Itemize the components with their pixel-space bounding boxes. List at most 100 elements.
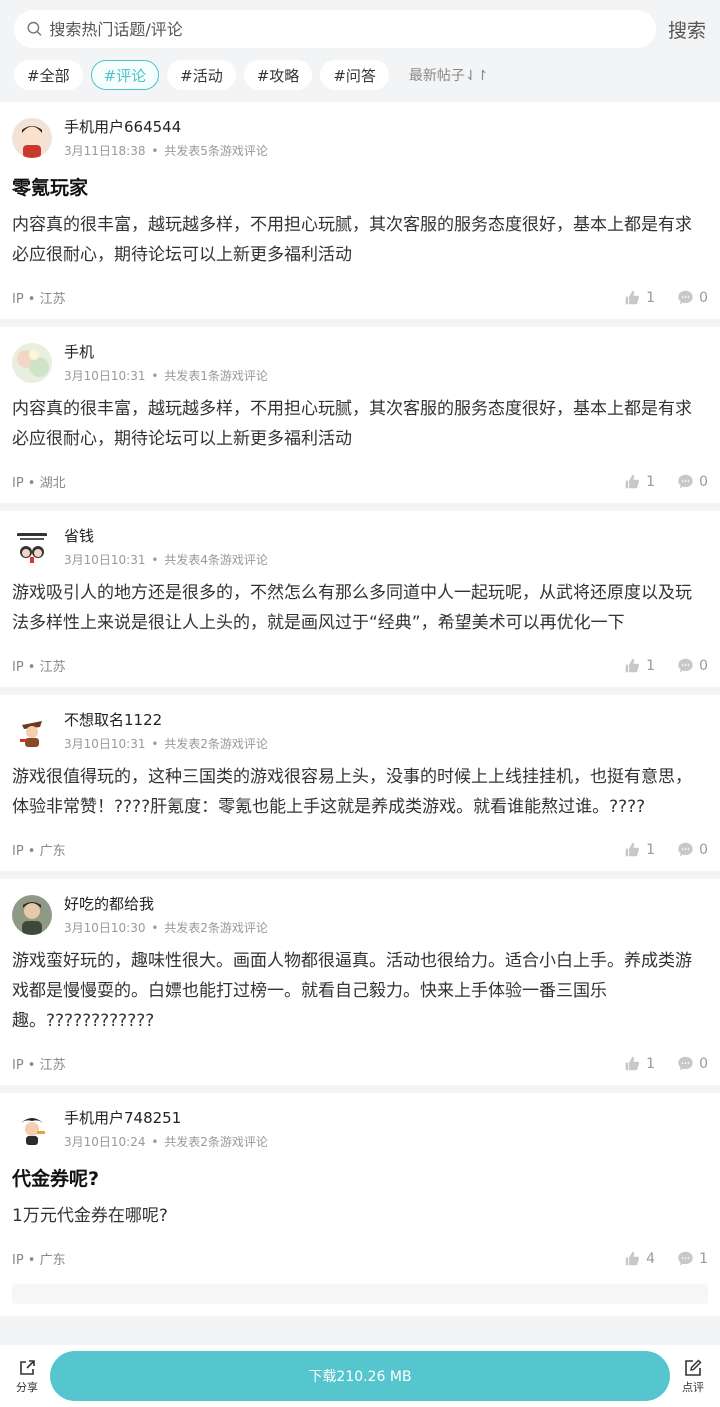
- sort-toggle[interactable]: 最新帖子⇃↾: [409, 65, 488, 85]
- tab-qa[interactable]: #问答: [320, 60, 389, 90]
- comment-icon: [678, 658, 693, 673]
- like-button[interactable]: 1: [624, 473, 655, 490]
- post-card[interactable]: 不想取名1122 3月10日10:31 • 共发表2条游戏评论 游戏很值得玩的，…: [0, 695, 720, 871]
- post-meta: 3月10日10:31 • 共发表2条游戏评论: [64, 737, 268, 751]
- review-count: 共发表2条游戏评论: [164, 737, 268, 751]
- ip-location: IP • 江苏: [12, 292, 66, 307]
- review-count: 共发表2条游戏评论: [164, 921, 268, 935]
- bottom-action-bar: 分享 下载210.26 MB 点评: [0, 1345, 720, 1407]
- user-info: 手机 3月10日10:31 • 共发表1条游戏评论: [64, 341, 708, 384]
- post-footer: IP • 广东 1 0: [12, 840, 708, 860]
- review-count: 共发表4条游戏评论: [164, 553, 268, 567]
- user-name[interactable]: 省钱: [64, 525, 708, 547]
- avatar[interactable]: [12, 711, 52, 751]
- post-card[interactable]: 手机 3月10日10:31 • 共发表1条游戏评论 内容真的很丰富，越玩越多样，…: [0, 327, 720, 503]
- post-footer: IP • 广东 4 1: [12, 1249, 708, 1269]
- ip-location: IP • 广东: [12, 1253, 66, 1268]
- comment-icon: [678, 474, 693, 489]
- comment-button[interactable]: 0: [677, 841, 708, 858]
- reply-preview[interactable]: [12, 1284, 708, 1304]
- search-input[interactable]: [49, 19, 656, 39]
- thumbs-up-icon: [625, 842, 640, 857]
- comment-icon: [678, 1056, 693, 1071]
- post-card[interactable]: 好吃的都给我 3月10日10:30 • 共发表2条游戏评论 游戏蛮好玩的，趣味性…: [0, 879, 720, 1085]
- post-time: 3月10日10:30: [64, 921, 146, 935]
- avatar[interactable]: [12, 895, 52, 935]
- post-meta: 3月11日18:38 • 共发表5条游戏评论: [64, 144, 268, 158]
- share-label: 分享: [16, 1380, 38, 1394]
- post-header: 好吃的都给我 3月10日10:30 • 共发表2条游戏评论: [12, 893, 708, 936]
- comment-icon: [678, 290, 693, 305]
- share-button[interactable]: 分享: [10, 1358, 44, 1395]
- post-body: 游戏吸引人的地方还是很多的，不然怎么有那么多同道中人一起玩呢，从武将还原度以及玩…: [12, 583, 692, 633]
- post-time: 3月10日10:31: [64, 737, 146, 751]
- comment-icon: [678, 1251, 693, 1266]
- avatar[interactable]: [12, 343, 52, 383]
- avatar[interactable]: [12, 118, 52, 158]
- post-actions: 1 0: [602, 289, 708, 306]
- user-info: 手机用户748251 3月10日10:24 • 共发表2条游戏评论: [64, 1107, 708, 1150]
- like-button[interactable]: 1: [624, 1055, 655, 1072]
- tab-all[interactable]: #全部: [14, 60, 83, 90]
- search-button[interactable]: 搜索: [656, 16, 706, 43]
- post-feed: 手机用户664544 3月11日18:38 • 共发表5条游戏评论 零氪玩家 内…: [0, 102, 720, 1316]
- post-header: 手机 3月10日10:31 • 共发表1条游戏评论: [12, 341, 708, 384]
- thumbs-up-icon: [625, 290, 640, 305]
- post-meta: 3月10日10:30 • 共发表2条游戏评论: [64, 921, 268, 935]
- like-button[interactable]: 1: [624, 657, 655, 674]
- post-meta: 3月10日10:24 • 共发表2条游戏评论: [64, 1135, 268, 1149]
- post-header: 手机用户664544 3月11日18:38 • 共发表5条游戏评论: [12, 116, 708, 159]
- avatar[interactable]: [12, 527, 52, 567]
- tab-guide[interactable]: #攻略: [243, 60, 313, 90]
- comment-button[interactable]: 0: [677, 657, 708, 674]
- thumbs-up-icon: [625, 1056, 640, 1071]
- edit-icon: [685, 1359, 702, 1376]
- post-time: 3月11日18:38: [64, 144, 146, 158]
- review-label: 点评: [682, 1380, 704, 1394]
- post-meta: 3月10日10:31 • 共发表1条游戏评论: [64, 369, 268, 383]
- comment-button[interactable]: 0: [677, 473, 708, 490]
- search-box[interactable]: [14, 10, 656, 48]
- avatar[interactable]: [12, 1109, 52, 1149]
- user-name[interactable]: 手机用户664544: [64, 116, 708, 138]
- post-time: 3月10日10:31: [64, 369, 146, 383]
- post-body: 游戏很值得玩的，这种三国类的游戏很容易上头，没事的时候上上线挂挂机，也挺有意思，…: [12, 767, 692, 817]
- thumbs-up-icon: [625, 658, 640, 673]
- post-card[interactable]: 手机用户748251 3月10日10:24 • 共发表2条游戏评论 代金券呢? …: [0, 1093, 720, 1316]
- post-title: 零氪玩家: [12, 177, 89, 199]
- post-body: 内容真的很丰富，越玩越多样，不用担心玩腻，其次客服的服务态度很好，基本上都是有求…: [12, 399, 692, 449]
- post-actions: 4 1: [602, 1250, 708, 1267]
- comment-button[interactable]: 0: [677, 1055, 708, 1072]
- like-button[interactable]: 4: [624, 1250, 655, 1267]
- post-header: 省钱 3月10日10:31 • 共发表4条游戏评论: [12, 525, 708, 568]
- post-footer: IP • 江苏 1 0: [12, 656, 708, 676]
- post-actions: 1 0: [602, 1055, 708, 1072]
- post-body: 游戏蛮好玩的，趣味性很大。画面人物都很逼真。活动也很给力。适合小白上手。养成类游…: [12, 951, 692, 1031]
- comment-button[interactable]: 1: [677, 1250, 708, 1267]
- user-name[interactable]: 好吃的都给我: [64, 893, 708, 915]
- search-icon: [27, 21, 42, 36]
- post-actions: 1 0: [602, 841, 708, 858]
- post-card[interactable]: 手机用户664544 3月11日18:38 • 共发表5条游戏评论 零氪玩家 内…: [0, 102, 720, 319]
- post-time: 3月10日10:31: [64, 553, 146, 567]
- topic-tabs: #全部 #评论 #活动 #攻略 #问答 最新帖子⇃↾: [14, 60, 706, 90]
- tab-activity[interactable]: #活动: [167, 60, 236, 90]
- comment-button[interactable]: 0: [677, 289, 708, 306]
- user-info: 省钱 3月10日10:31 • 共发表4条游戏评论: [64, 525, 708, 568]
- user-name[interactable]: 手机用户748251: [64, 1107, 708, 1129]
- tab-review[interactable]: #评论: [90, 60, 160, 90]
- thumbs-up-icon: [625, 474, 640, 489]
- post-footer: IP • 湖北 1 0: [12, 472, 708, 492]
- review-button[interactable]: 点评: [676, 1358, 710, 1395]
- like-button[interactable]: 1: [624, 841, 655, 858]
- user-name[interactable]: 不想取名1122: [64, 709, 708, 731]
- post-card[interactable]: 省钱 3月10日10:31 • 共发表4条游戏评论 游戏吸引人的地方还是很多的，…: [0, 511, 720, 687]
- download-button[interactable]: 下载210.26 MB: [50, 1351, 670, 1401]
- post-body: 内容真的很丰富，越玩越多样，不用担心玩腻，其次客服的服务态度很好，基本上都是有求…: [12, 215, 692, 265]
- post-title: 代金券呢?: [12, 1168, 100, 1190]
- top-bar: 搜索 #全部 #评论 #活动 #攻略 #问答 最新帖子⇃↾: [0, 0, 720, 102]
- user-name[interactable]: 手机: [64, 341, 708, 363]
- post-header: 手机用户748251 3月10日10:24 • 共发表2条游戏评论: [12, 1107, 708, 1150]
- post-body: 1万元代金券在哪呢?: [12, 1206, 168, 1226]
- like-button[interactable]: 1: [624, 289, 655, 306]
